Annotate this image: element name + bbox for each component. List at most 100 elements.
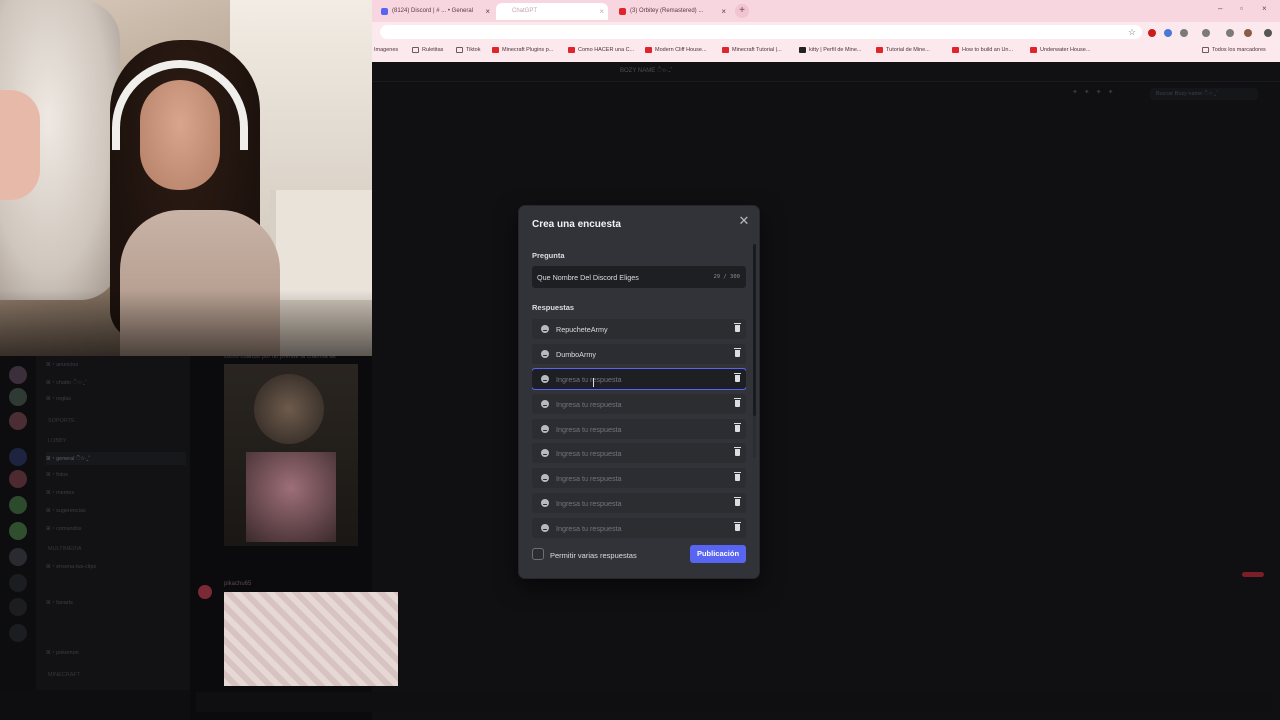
answer-input[interactable]: RepucheteArmy [556,325,726,334]
answer-input[interactable]: Ingresa tu respuesta [556,449,726,458]
bookmark-item[interactable]: How to build an Un... [952,47,1013,53]
answer-input[interactable]: Ingresa tu respuesta [556,425,726,434]
channel-item[interactable]: ꕤ・comandos [46,524,81,533]
category-lobby[interactable]: LOBBY [48,438,66,444]
bookmark-item[interactable]: Tutorial de Mine... [876,47,930,53]
explore-icon[interactable] [9,598,27,616]
scrollbar-thumb[interactable] [753,244,756,416]
answer-input[interactable]: Ingresa tu respuesta [556,400,726,409]
answer-input[interactable]: DumboArmy [556,350,726,359]
avatar[interactable] [1244,29,1252,37]
server-icon[interactable] [9,388,27,406]
bookmark-item[interactable]: Minecraft Plugins p... [492,47,553,53]
emoji-picker-icon[interactable] [541,325,549,333]
bookmark-item[interactable]: Ruletitas [412,47,443,53]
browser-tab[interactable]: (3) Orbitey (Remastered) ... × [614,3,730,20]
answer-row[interactable]: Ingresa tu respuesta [532,493,746,514]
trash-icon[interactable] [734,347,741,357]
close-icon[interactable]: ✕ [737,214,751,228]
bookmark-folder-all[interactable]: Todos los marcadores [1202,47,1266,53]
bookmark-item[interactable]: kitty | Perfil de Mine... [799,47,861,53]
answer-row[interactable]: RepucheteArmy [532,319,746,339]
channel-item-selected[interactable]: ꕤ・general ੈ✩‧₊˚ [46,452,186,465]
trash-icon[interactable] [734,397,741,407]
trash-icon[interactable] [734,472,741,482]
message-image[interactable] [224,364,358,546]
channel-item[interactable]: ꕤ・fotos [46,470,68,479]
channel-item[interactable]: ꕤ・anuncios [46,360,78,369]
extension-icon[interactable] [1164,29,1172,37]
trash-icon[interactable] [734,422,741,432]
multi-answer-checkbox[interactable] [532,548,544,560]
channel-item[interactable]: ꕤ・ensena-tus-clips [46,562,96,571]
answer-row[interactable]: Ingresa tu respuesta [532,418,746,439]
server-icon[interactable] [9,548,27,566]
answer-input[interactable]: Ingresa tu respuesta [556,524,726,533]
bookmark-item[interactable]: Tiktok [456,47,480,53]
bookmark-star-icon[interactable]: ☆ [1128,25,1136,39]
close-icon[interactable]: × [485,3,490,20]
answer-row[interactable]: Ingresa tu respuesta [532,518,746,539]
new-messages-badge[interactable] [1242,572,1264,577]
answer-row[interactable]: DumboArmy [532,343,746,364]
address-bar[interactable]: ☆ [380,25,1142,39]
download-icon[interactable] [9,624,27,642]
server-icon[interactable] [9,412,27,430]
bookmark-item[interactable]: Como HACER una C... [568,47,634,53]
answer-input[interactable]: Ingresa tu respuesta [556,375,726,384]
minimize-icon[interactable]: – [1218,4,1222,13]
browser-tab[interactable]: (8124) Discord | # ... • General × [376,3,494,20]
trash-icon[interactable] [734,447,741,457]
channel-item[interactable]: ꕤ・sugerencias [46,506,86,515]
bookmark-item[interactable]: Imagenes [374,47,398,53]
answer-row[interactable]: Ingresa tu respuesta [532,393,746,414]
channel-item[interactable]: ꕤ・fanarts [46,598,73,607]
category-minecraft[interactable]: MINECRAFT [48,672,80,678]
trash-icon[interactable] [734,497,741,507]
trash-icon[interactable] [734,323,741,332]
server-icon[interactable] [9,496,27,514]
opera-icon[interactable] [1148,29,1156,37]
server-icon[interactable] [9,522,27,540]
maximize-icon[interactable]: ▫ [1240,4,1243,13]
window-close-icon[interactable]: × [1262,4,1267,13]
answer-input[interactable]: Ingresa tu respuesta [556,474,726,483]
channel-item[interactable]: ꕤ・pokemon [46,648,79,657]
message-author[interactable]: pikachu65 [224,581,251,587]
server-icon[interactable] [9,470,27,488]
bookmark-item[interactable]: Minecraft Tutorial |... [722,47,782,53]
menu-icon[interactable] [1264,29,1272,37]
trash-icon[interactable] [734,522,741,532]
category-multimedia[interactable]: MULTIMEDIA [48,546,82,552]
server-icon[interactable] [9,448,27,466]
emoji-picker-icon[interactable] [541,474,549,483]
emoji-picker-icon[interactable] [541,524,549,533]
answer-row-focused[interactable]: Ingresa tu respuesta [532,368,746,389]
question-input[interactable]: Que Nombre Del Discord Eliges 29 / 300 [532,266,746,288]
add-server-icon[interactable] [9,574,27,592]
answer-row[interactable]: Ingresa tu respuesta [532,443,746,464]
category-soporte[interactable]: SOPORTE [48,418,75,424]
close-icon[interactable]: × [599,3,604,20]
sidebar-icon[interactable] [1226,29,1234,37]
server-icon[interactable] [9,366,27,384]
header-toolbar-icons[interactable]: ✦✦✦✦ [1072,88,1119,96]
scrollbar[interactable] [753,244,756,458]
emoji-picker-icon[interactable] [541,399,549,408]
search-input[interactable]: Buscar Bozy name ੈ✩‧₊˚ [1150,88,1258,100]
bookmark-item[interactable]: Modern Cliff House... [645,47,707,53]
avatar[interactable] [198,585,212,599]
close-icon[interactable]: × [721,3,726,20]
publish-button[interactable]: Publicación [690,545,746,563]
extension-icon[interactable] [1202,29,1210,37]
emoji-picker-icon[interactable] [541,449,549,458]
emoji-picker-icon[interactable] [541,499,549,508]
channel-item[interactable]: ꕤ・chatto ੈ✩‧₊˚ [46,378,87,387]
channel-item[interactable]: ꕤ・memes [46,488,74,497]
emoji-picker-icon[interactable] [541,349,549,358]
answer-row[interactable]: Ingresa tu respuesta [532,468,746,489]
browser-tab-active[interactable]: ChatGPT × [496,3,608,20]
message-input-bar[interactable] [196,692,1272,712]
trash-icon[interactable] [734,372,741,382]
message-image[interactable] [224,592,398,686]
